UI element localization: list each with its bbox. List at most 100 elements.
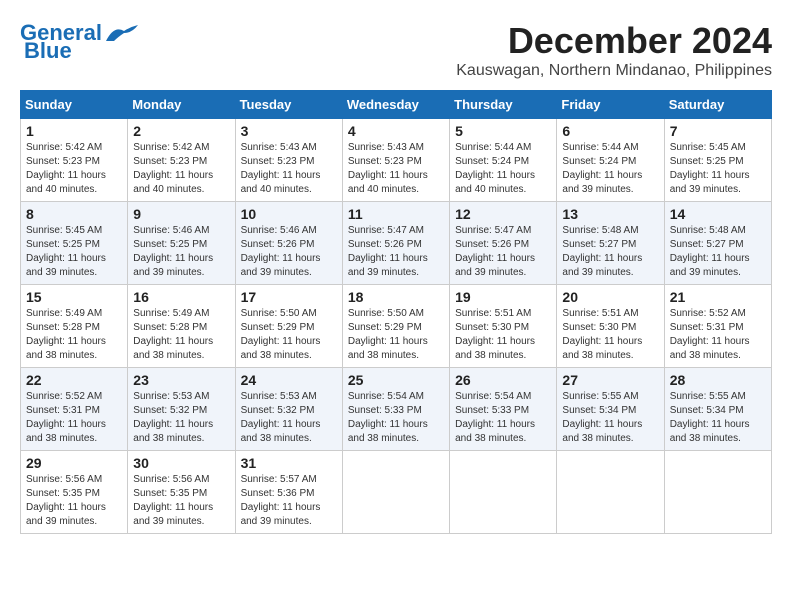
day-info: Sunrise: 5:50 AMSunset: 5:29 PMDaylight:… <box>348 308 428 361</box>
calendar-cell <box>342 451 449 534</box>
day-number: 31 <box>241 455 337 471</box>
col-tuesday: Tuesday <box>235 91 342 119</box>
calendar-cell: 15 Sunrise: 5:49 AMSunset: 5:28 PMDaylig… <box>21 285 128 368</box>
day-info: Sunrise: 5:51 AMSunset: 5:30 PMDaylight:… <box>562 308 642 361</box>
calendar-row: 1 Sunrise: 5:42 AMSunset: 5:23 PMDayligh… <box>21 119 772 202</box>
day-number: 21 <box>670 289 766 305</box>
calendar-cell: 20 Sunrise: 5:51 AMSunset: 5:30 PMDaylig… <box>557 285 664 368</box>
col-sunday: Sunday <box>21 91 128 119</box>
calendar-cell: 14 Sunrise: 5:48 AMSunset: 5:27 PMDaylig… <box>664 202 771 285</box>
day-number: 11 <box>348 206 444 222</box>
day-info: Sunrise: 5:45 AMSunset: 5:25 PMDaylight:… <box>670 142 750 195</box>
day-info: Sunrise: 5:44 AMSunset: 5:24 PMDaylight:… <box>455 142 535 195</box>
day-info: Sunrise: 5:45 AMSunset: 5:25 PMDaylight:… <box>26 225 106 278</box>
day-info: Sunrise: 5:52 AMSunset: 5:31 PMDaylight:… <box>670 308 750 361</box>
calendar-cell: 29 Sunrise: 5:56 AMSunset: 5:35 PMDaylig… <box>21 451 128 534</box>
day-info: Sunrise: 5:51 AMSunset: 5:30 PMDaylight:… <box>455 308 535 361</box>
col-thursday: Thursday <box>450 91 557 119</box>
day-number: 27 <box>562 372 658 388</box>
calendar-cell: 31 Sunrise: 5:57 AMSunset: 5:36 PMDaylig… <box>235 451 342 534</box>
day-info: Sunrise: 5:56 AMSunset: 5:35 PMDaylight:… <box>26 474 106 527</box>
calendar-cell: 3 Sunrise: 5:43 AMSunset: 5:23 PMDayligh… <box>235 119 342 202</box>
col-saturday: Saturday <box>664 91 771 119</box>
calendar-cell <box>664 451 771 534</box>
day-number: 8 <box>26 206 122 222</box>
day-number: 1 <box>26 123 122 139</box>
day-number: 16 <box>133 289 229 305</box>
day-number: 30 <box>133 455 229 471</box>
day-number: 14 <box>670 206 766 222</box>
day-number: 3 <box>241 123 337 139</box>
day-number: 15 <box>26 289 122 305</box>
day-number: 13 <box>562 206 658 222</box>
day-info: Sunrise: 5:55 AMSunset: 5:34 PMDaylight:… <box>670 391 750 444</box>
day-info: Sunrise: 5:44 AMSunset: 5:24 PMDaylight:… <box>562 142 642 195</box>
calendar-cell: 16 Sunrise: 5:49 AMSunset: 5:28 PMDaylig… <box>128 285 235 368</box>
logo-bird-icon <box>104 23 140 43</box>
calendar-cell: 2 Sunrise: 5:42 AMSunset: 5:23 PMDayligh… <box>128 119 235 202</box>
day-number: 23 <box>133 372 229 388</box>
calendar-cell: 5 Sunrise: 5:44 AMSunset: 5:24 PMDayligh… <box>450 119 557 202</box>
day-number: 26 <box>455 372 551 388</box>
calendar-cell: 26 Sunrise: 5:54 AMSunset: 5:33 PMDaylig… <box>450 368 557 451</box>
day-number: 12 <box>455 206 551 222</box>
col-wednesday: Wednesday <box>342 91 449 119</box>
calendar-cell: 17 Sunrise: 5:50 AMSunset: 5:29 PMDaylig… <box>235 285 342 368</box>
logo: General Blue <box>20 20 140 64</box>
day-number: 6 <box>562 123 658 139</box>
calendar-row: 22 Sunrise: 5:52 AMSunset: 5:31 PMDaylig… <box>21 368 772 451</box>
calendar-cell: 28 Sunrise: 5:55 AMSunset: 5:34 PMDaylig… <box>664 368 771 451</box>
calendar-cell: 12 Sunrise: 5:47 AMSunset: 5:26 PMDaylig… <box>450 202 557 285</box>
day-info: Sunrise: 5:52 AMSunset: 5:31 PMDaylight:… <box>26 391 106 444</box>
day-info: Sunrise: 5:48 AMSunset: 5:27 PMDaylight:… <box>562 225 642 278</box>
calendar-cell: 13 Sunrise: 5:48 AMSunset: 5:27 PMDaylig… <box>557 202 664 285</box>
calendar-cell: 6 Sunrise: 5:44 AMSunset: 5:24 PMDayligh… <box>557 119 664 202</box>
calendar-cell: 4 Sunrise: 5:43 AMSunset: 5:23 PMDayligh… <box>342 119 449 202</box>
day-info: Sunrise: 5:50 AMSunset: 5:29 PMDaylight:… <box>241 308 321 361</box>
calendar-cell: 8 Sunrise: 5:45 AMSunset: 5:25 PMDayligh… <box>21 202 128 285</box>
calendar-table: Sunday Monday Tuesday Wednesday Thursday… <box>20 90 772 534</box>
day-number: 10 <box>241 206 337 222</box>
day-number: 28 <box>670 372 766 388</box>
day-number: 18 <box>348 289 444 305</box>
day-info: Sunrise: 5:42 AMSunset: 5:23 PMDaylight:… <box>26 142 106 195</box>
calendar-cell: 1 Sunrise: 5:42 AMSunset: 5:23 PMDayligh… <box>21 119 128 202</box>
day-number: 25 <box>348 372 444 388</box>
day-info: Sunrise: 5:46 AMSunset: 5:26 PMDaylight:… <box>241 225 321 278</box>
page-header: General Blue December 2024 Kauswagan, No… <box>20 20 772 80</box>
day-number: 20 <box>562 289 658 305</box>
day-number: 9 <box>133 206 229 222</box>
calendar-cell: 18 Sunrise: 5:50 AMSunset: 5:29 PMDaylig… <box>342 285 449 368</box>
calendar-row: 15 Sunrise: 5:49 AMSunset: 5:28 PMDaylig… <box>21 285 772 368</box>
day-info: Sunrise: 5:46 AMSunset: 5:25 PMDaylight:… <box>133 225 213 278</box>
calendar-cell: 9 Sunrise: 5:46 AMSunset: 5:25 PMDayligh… <box>128 202 235 285</box>
day-info: Sunrise: 5:53 AMSunset: 5:32 PMDaylight:… <box>241 391 321 444</box>
day-info: Sunrise: 5:54 AMSunset: 5:33 PMDaylight:… <box>455 391 535 444</box>
calendar-cell: 27 Sunrise: 5:55 AMSunset: 5:34 PMDaylig… <box>557 368 664 451</box>
col-friday: Friday <box>557 91 664 119</box>
calendar-body: 1 Sunrise: 5:42 AMSunset: 5:23 PMDayligh… <box>21 119 772 534</box>
calendar-cell: 11 Sunrise: 5:47 AMSunset: 5:26 PMDaylig… <box>342 202 449 285</box>
day-number: 22 <box>26 372 122 388</box>
day-info: Sunrise: 5:57 AMSunset: 5:36 PMDaylight:… <box>241 474 321 527</box>
title-area: December 2024 Kauswagan, Northern Mindan… <box>456 20 772 80</box>
location-title: Kauswagan, Northern Mindanao, Philippine… <box>456 62 772 80</box>
day-info: Sunrise: 5:53 AMSunset: 5:32 PMDaylight:… <box>133 391 213 444</box>
day-info: Sunrise: 5:48 AMSunset: 5:27 PMDaylight:… <box>670 225 750 278</box>
calendar-cell: 30 Sunrise: 5:56 AMSunset: 5:35 PMDaylig… <box>128 451 235 534</box>
calendar-row: 29 Sunrise: 5:56 AMSunset: 5:35 PMDaylig… <box>21 451 772 534</box>
day-number: 19 <box>455 289 551 305</box>
calendar-cell: 7 Sunrise: 5:45 AMSunset: 5:25 PMDayligh… <box>664 119 771 202</box>
day-info: Sunrise: 5:47 AMSunset: 5:26 PMDaylight:… <box>348 225 428 278</box>
calendar-cell: 19 Sunrise: 5:51 AMSunset: 5:30 PMDaylig… <box>450 285 557 368</box>
day-info: Sunrise: 5:43 AMSunset: 5:23 PMDaylight:… <box>241 142 321 195</box>
day-info: Sunrise: 5:49 AMSunset: 5:28 PMDaylight:… <box>133 308 213 361</box>
day-number: 4 <box>348 123 444 139</box>
day-info: Sunrise: 5:55 AMSunset: 5:34 PMDaylight:… <box>562 391 642 444</box>
calendar-row: 8 Sunrise: 5:45 AMSunset: 5:25 PMDayligh… <box>21 202 772 285</box>
day-info: Sunrise: 5:43 AMSunset: 5:23 PMDaylight:… <box>348 142 428 195</box>
calendar-cell: 23 Sunrise: 5:53 AMSunset: 5:32 PMDaylig… <box>128 368 235 451</box>
month-title: December 2024 <box>456 20 772 62</box>
calendar-cell: 21 Sunrise: 5:52 AMSunset: 5:31 PMDaylig… <box>664 285 771 368</box>
day-number: 17 <box>241 289 337 305</box>
